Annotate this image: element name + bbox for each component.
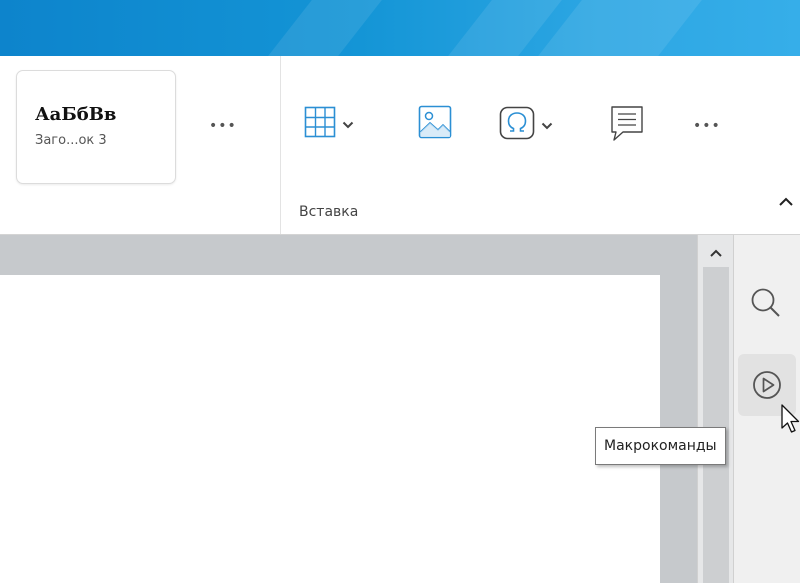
title-bar-decoration xyxy=(268,0,382,56)
chevron-down-icon[interactable] xyxy=(541,116,553,135)
macros-tooltip: Макрокоманды xyxy=(595,427,726,465)
vertical-scrollbar[interactable] xyxy=(697,235,734,583)
ribbon-group-separator xyxy=(280,56,281,234)
search-icon xyxy=(751,288,780,317)
scrollbar-thumb[interactable] xyxy=(703,267,729,583)
document-workspace xyxy=(0,235,697,583)
mouse-pointer-icon xyxy=(781,404,800,433)
insert-group-label: Вставка xyxy=(299,204,359,220)
insert-table-button[interactable] xyxy=(304,106,354,142)
insert-more-button[interactable]: ••• xyxy=(693,118,721,134)
title-bar xyxy=(0,0,800,56)
insert-symbol-button[interactable] xyxy=(499,106,553,144)
collapse-ribbon-button[interactable] xyxy=(776,192,796,212)
insert-comment-button[interactable] xyxy=(610,105,644,147)
title-bar-decoration xyxy=(538,0,702,56)
play-circle-icon xyxy=(753,371,781,399)
document-page[interactable] xyxy=(0,275,660,583)
chevron-up-icon xyxy=(710,249,722,257)
chevron-up-icon xyxy=(779,197,793,206)
style-name-label: Заго...ок 3 xyxy=(35,133,107,148)
comment-icon xyxy=(610,105,644,147)
chevron-down-icon[interactable] xyxy=(342,115,354,134)
style-sample-text: АаБбВв xyxy=(35,104,117,125)
style-heading-3-card[interactable]: АаБбВв Заго...ок 3 xyxy=(16,70,176,184)
image-icon xyxy=(418,105,452,143)
search-button[interactable] xyxy=(738,273,796,335)
omega-icon xyxy=(499,106,535,144)
styles-more-button[interactable]: ••• xyxy=(209,118,237,134)
ribbon: АаБбВв Заго...ок 3 ••• ••• Вставка xyxy=(0,56,800,235)
insert-image-button[interactable] xyxy=(418,105,452,143)
scroll-up-button[interactable] xyxy=(705,245,727,259)
table-icon xyxy=(304,106,336,142)
